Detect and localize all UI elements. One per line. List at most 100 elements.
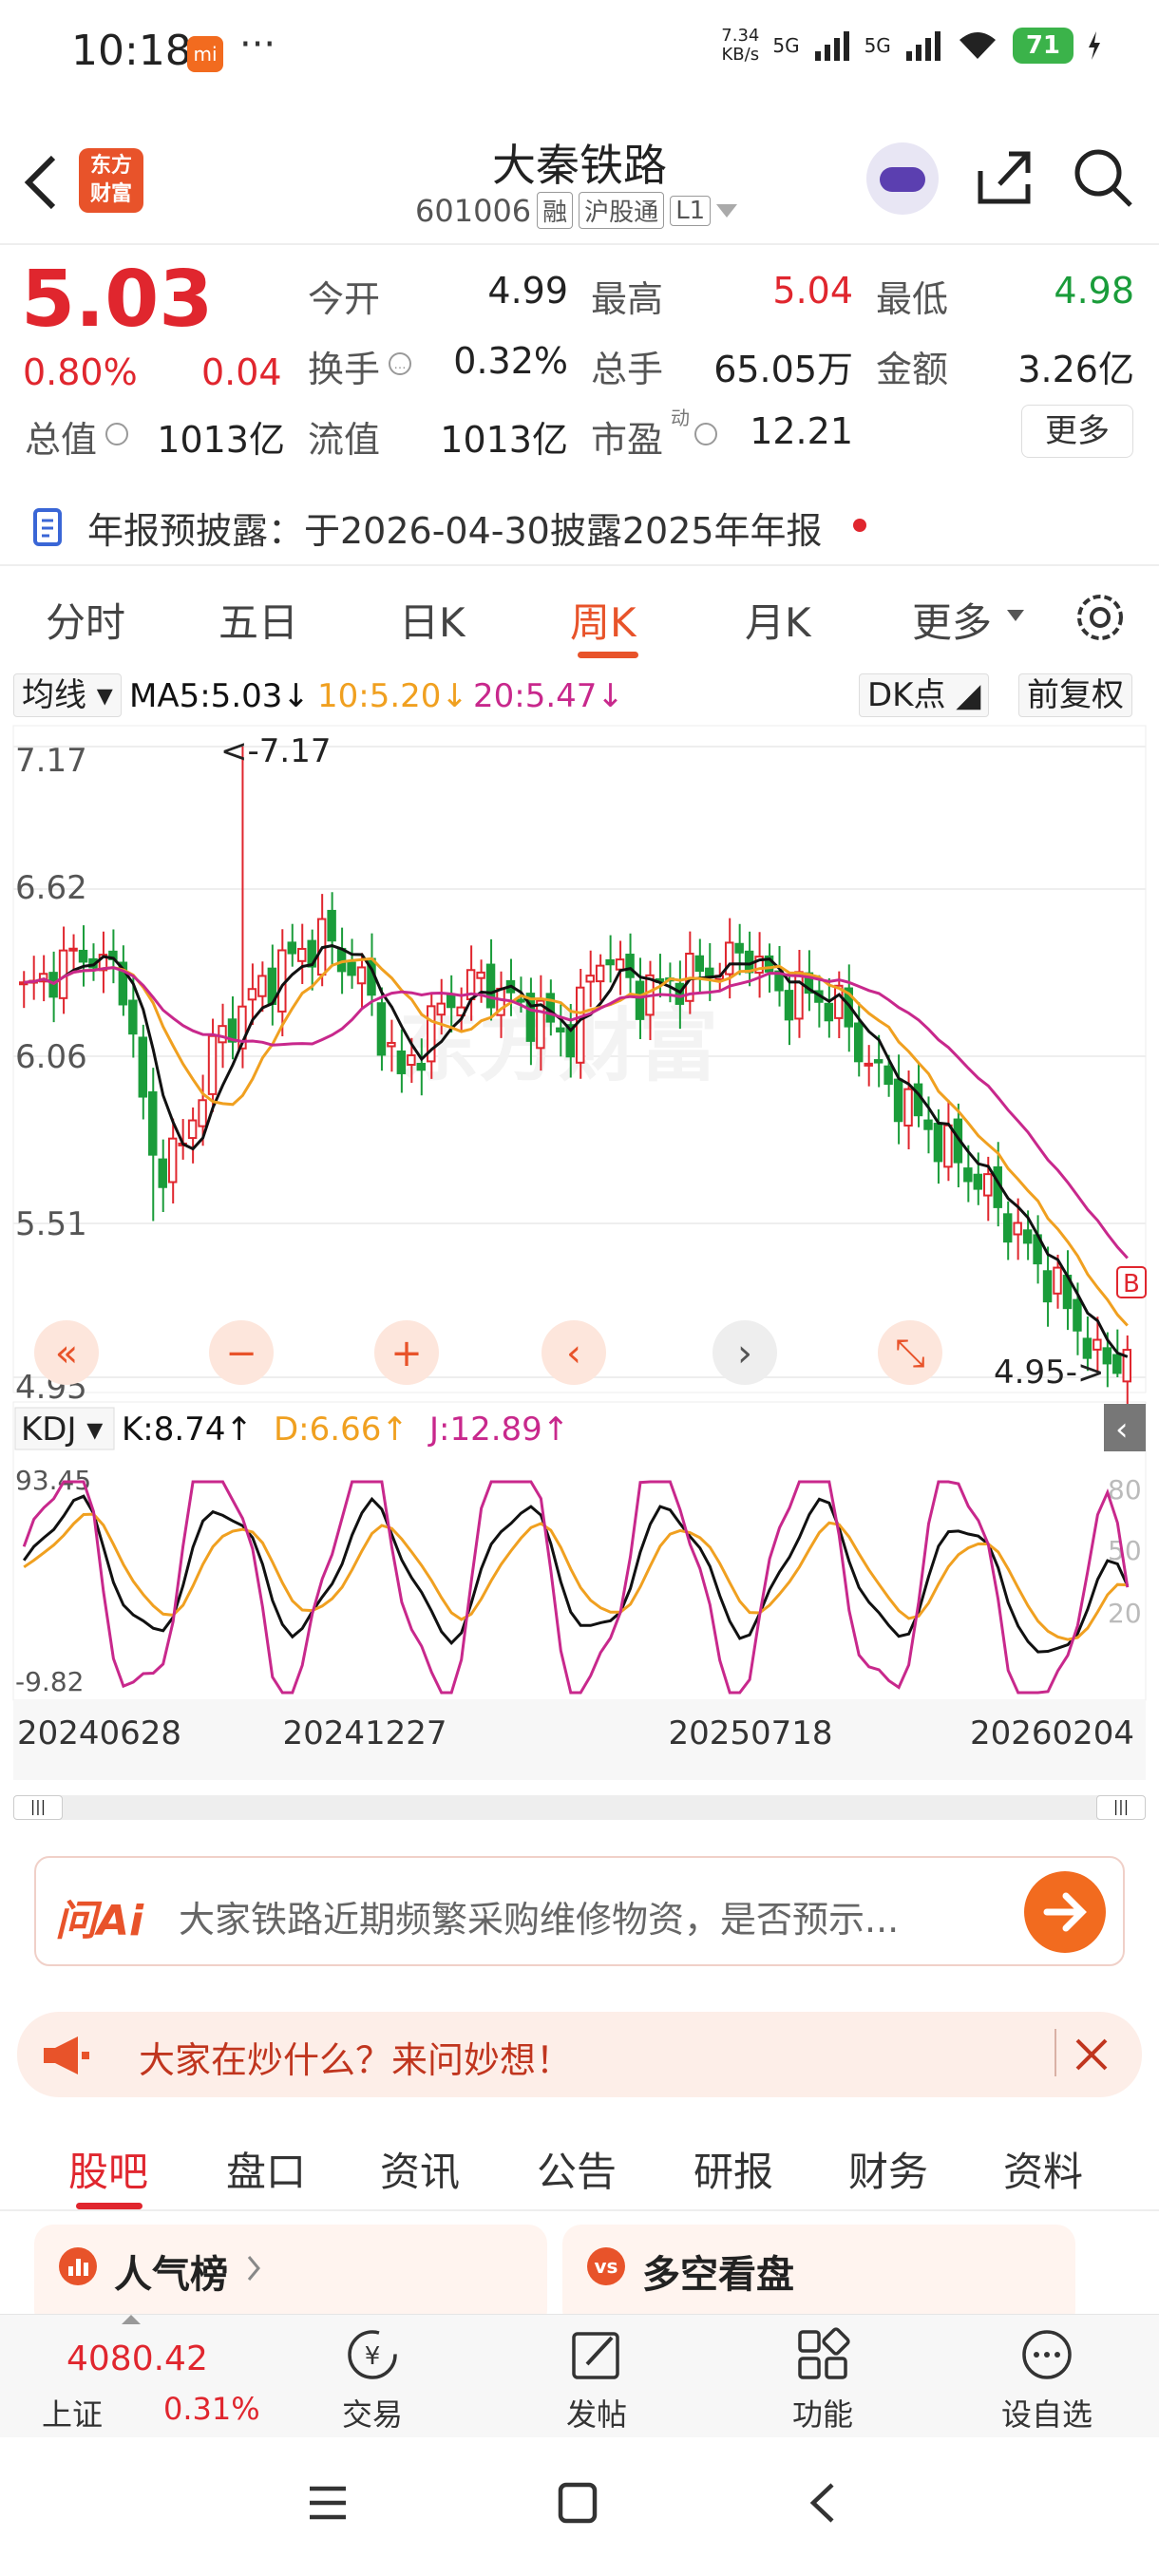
promo-banner[interactable]: 大家在炒什么？来问妙想！: [17, 2012, 1142, 2097]
ai-send-button[interactable]: [1024, 1871, 1106, 1953]
ma10-value: 10:5.20: [317, 677, 442, 715]
menu-icon[interactable]: [306, 2481, 350, 2525]
ma-selector[interactable]: 均线 ▾: [13, 673, 122, 717]
candle-body: [128, 999, 138, 1035]
kdj-tick-low: -9.82: [15, 1666, 84, 1697]
share-icon[interactable]: [973, 146, 1036, 209]
candle-body: [943, 1124, 953, 1168]
candle-body: [615, 958, 625, 971]
nav-add-watchlist[interactable]: 设自选: [971, 2315, 1123, 2434]
candle-body: [963, 1167, 973, 1183]
zoom-in-icon[interactable]: +: [390, 1332, 423, 1375]
candle-body: [297, 947, 307, 962]
close-icon[interactable]: [1074, 2036, 1110, 2073]
nav-post[interactable]: 发帖: [521, 2315, 673, 2434]
back-nav-icon[interactable]: [804, 2481, 842, 2525]
nav-functions-label: 功能: [791, 2396, 853, 2433]
nav-functions[interactable]: 功能: [747, 2315, 899, 2434]
info-icon[interactable]: [103, 420, 131, 448]
candle-body: [854, 1022, 864, 1063]
annual-report-notice[interactable]: 年报预披露：于2026-04-30披露2025年年报: [0, 484, 1159, 560]
dk-label: DK点: [867, 676, 946, 714]
tab-news[interactable]: 资讯: [380, 2140, 460, 2198]
edit-icon: [572, 2332, 619, 2379]
candle-body: [605, 958, 615, 966]
unread-dot: [853, 519, 866, 532]
index-name: 上证: [42, 2396, 104, 2433]
ai-assistant-avatar[interactable]: [866, 142, 939, 215]
candle-body: [585, 975, 595, 983]
tab-announcements[interactable]: 公告: [537, 2140, 617, 2198]
signal-5g-label: 5G: [772, 34, 800, 57]
signal-5g-label-2: 5G: [864, 34, 891, 57]
search-icon[interactable]: [1072, 146, 1134, 209]
tab-forum[interactable]: 股吧: [68, 2140, 148, 2198]
caret-up-icon: [122, 2315, 141, 2324]
candle-body: [794, 971, 804, 1020]
tab-profile[interactable]: 资料: [1003, 2140, 1083, 2198]
signal-icon-2: [905, 31, 940, 61]
step-right-icon[interactable]: ›: [737, 1332, 752, 1375]
level-tag: L1: [670, 195, 712, 226]
candle-body: [68, 947, 78, 952]
scroll-handle-right[interactable]: |||: [1096, 1795, 1146, 1820]
fullscreen-icon[interactable]: ⤡: [895, 1332, 925, 1375]
zoom-out-icon[interactable]: −: [225, 1332, 257, 1375]
adjust-selector[interactable]: 前复权: [1018, 673, 1132, 717]
more-quote-button[interactable]: 更多: [1021, 405, 1133, 458]
candle-body: [138, 1036, 148, 1098]
candle-body: [536, 999, 545, 1050]
change-amount: 0.04: [201, 351, 282, 393]
tab-minute[interactable]: 分时: [46, 591, 125, 649]
megaphone-icon: [44, 2036, 89, 2074]
status-bar: 10:18 mi ··· 7.34 KB/s 5G 5G 71: [0, 0, 1159, 104]
ai-question-text[interactable]: 大家铁路近期频繁采购维修物资，是否预示...: [179, 1890, 1015, 1942]
info-icon[interactable]: …: [386, 350, 414, 378]
candle-body: [485, 963, 496, 1009]
step-left-icon[interactable]: ‹: [566, 1332, 581, 1375]
signal-icon: [814, 31, 849, 61]
candle-body: [198, 1099, 207, 1127]
candle-body: [287, 941, 296, 955]
candle-body: [387, 1041, 396, 1048]
candle-body: [187, 1119, 198, 1140]
scroll-handle-left[interactable]: |||: [13, 1795, 63, 1820]
arrow-right-icon: [1043, 1892, 1087, 1932]
candle-body: [1013, 1222, 1022, 1236]
tab-five-day[interactable]: 五日: [218, 591, 298, 649]
dk-point-toggle[interactable]: DK点 ◢: [859, 673, 990, 717]
candle-body: [625, 954, 635, 978]
candle-body: [913, 1083, 923, 1117]
tab-more[interactable]: 更多: [912, 591, 992, 649]
tab-weekly-k[interactable]: 周K: [570, 591, 636, 649]
tab-research[interactable]: 研报: [694, 2140, 773, 2198]
candle-body: [218, 1025, 227, 1044]
versus-icon: vs: [587, 2247, 625, 2285]
banner-text: 大家在炒什么？来问妙想！: [139, 2039, 573, 2081]
candle-body: [1073, 1298, 1082, 1332]
tab-monthly-k[interactable]: 月K: [745, 591, 811, 649]
chevron-down-icon: [716, 203, 738, 218]
candle-body: [436, 1002, 446, 1016]
kline-chart-area[interactable]: 东方财富 7.17 6.62 6.06 5.51 4.95 <-7.17 4.95-> B «− +…: [0, 722, 1159, 1795]
tab-orderbook[interactable]: 盘口: [226, 2140, 306, 2198]
home-icon[interactable]: [557, 2481, 598, 2525]
candle-body: [933, 1123, 943, 1163]
candle-body: [923, 1119, 933, 1130]
stock-code-row[interactable]: 601006 融 沪股通 L1: [415, 192, 738, 229]
settings-gear-icon[interactable]: [1072, 589, 1129, 646]
min-price-label: 4.95->: [994, 1354, 1104, 1392]
rewind-icon[interactable]: «: [55, 1332, 78, 1375]
high-value: 5.04: [772, 270, 853, 312]
nav-trade[interactable]: ¥ 交易: [296, 2315, 448, 2434]
tab-finance[interactable]: 财务: [848, 2140, 928, 2198]
system-nav-bar: [0, 2441, 1159, 2576]
nav-post-label: 发帖: [565, 2396, 627, 2433]
tab-daily-k[interactable]: 日K: [399, 591, 466, 649]
ask-ai-box[interactable]: 问Ai 大家铁路近期频繁采购维修物资，是否预示...: [34, 1856, 1125, 1966]
turnover-value: 0.32%: [453, 340, 568, 382]
chart-scrollbar[interactable]: ||| |||: [13, 1795, 1146, 1820]
info-icon[interactable]: [692, 420, 720, 448]
kline-svg[interactable]: 东方财富7.176.626.065.514.95<-7.174.95->B« − +…: [0, 722, 1159, 1795]
index-value[interactable]: 4080.42: [66, 2339, 208, 2378]
